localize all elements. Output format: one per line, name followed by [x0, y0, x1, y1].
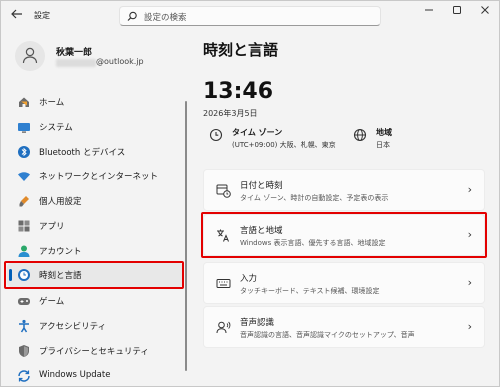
maximize-button[interactable]: [447, 5, 467, 21]
avatar[interactable]: [15, 41, 45, 71]
sidebar-item-home[interactable]: ホーム: [7, 90, 183, 114]
sidebar-item-label: ゲーム: [39, 297, 65, 307]
title-bar: 設定 設定の検索: [1, 1, 499, 29]
calendar-clock-icon: [216, 183, 231, 198]
bluetooth-icon: [17, 145, 31, 159]
person-icon: [22, 47, 38, 64]
chevron-right-icon: ›: [467, 183, 472, 196]
sidebar-item-privacy[interactable]: プライバシーとセキュリティ: [7, 339, 183, 363]
card-title: 日付と時刻: [240, 181, 283, 191]
sidebar-item-label: アカウント: [39, 247, 82, 257]
page-title: 時刻と言語: [203, 41, 279, 59]
timezone-label: タイム ゾーン: [232, 128, 283, 137]
sidebar-item-apps[interactable]: アプリ: [7, 214, 183, 238]
search-input[interactable]: 設定の検索: [119, 6, 381, 26]
chevron-right-icon: ›: [467, 276, 472, 289]
speech-icon: [216, 320, 231, 335]
sidebar-item-label: ホーム: [39, 98, 65, 108]
sidebar-item-label: プライバシーとセキュリティ: [39, 347, 149, 357]
search-icon: [127, 11, 137, 21]
current-date: 2026年3月5日: [203, 109, 258, 118]
card-subtitle: タイム ゾーン、時計の自動設定、予定表の表示: [240, 194, 389, 202]
apps-icon: [17, 219, 31, 233]
user-name: 秋葉一郎: [56, 48, 93, 58]
gamepad-icon: [17, 294, 31, 308]
region-value: 日本: [376, 141, 390, 149]
user-email: @outlook.jp: [96, 57, 144, 66]
current-time: 13:46: [203, 79, 274, 104]
search-placeholder: 設定の検索: [144, 13, 187, 23]
card-date-time[interactable]: 日付と時刻 タイム ゾーン、時計の自動設定、予定表の表示 ›: [203, 169, 485, 211]
chevron-right-icon: ›: [467, 320, 472, 333]
sidebar-item-label: アプリ: [39, 222, 65, 232]
globe-icon: [353, 128, 367, 142]
sidebar-item-bluetooth[interactable]: Bluetooth とデバイス: [7, 140, 183, 164]
sidebar-item-label: 個人用設定: [39, 197, 82, 207]
accessibility-icon: [17, 319, 31, 333]
home-icon: [17, 95, 31, 109]
settings-window: 設定 設定の検索 秋葉一郎 @outlook.jp ホーム システム Bluet…: [0, 0, 500, 387]
sidebar-item-label: Windows Update: [39, 370, 111, 380]
card-subtitle: タッチキーボード、テキスト候補、環境設定: [240, 287, 380, 295]
highlight-box-sidebar: [4, 261, 184, 289]
card-subtitle: 音声認識の言語、音声認識マイクのセットアップ、音声: [240, 331, 415, 339]
card-speech[interactable]: 音声認識 音声認識の言語、音声認識マイクのセットアップ、音声 ›: [203, 306, 485, 348]
update-icon: [17, 369, 31, 383]
region-label: 地域: [376, 128, 392, 137]
sidebar-item-network[interactable]: ネットワークとインターネット: [7, 164, 183, 188]
card-typing[interactable]: 入力 タッチキーボード、テキスト候補、環境設定 ›: [203, 262, 485, 304]
sidebar-item-gaming[interactable]: ゲーム: [7, 289, 183, 313]
highlight-box-card: [201, 212, 487, 258]
email-redacted: [56, 59, 96, 67]
sidebar-item-accounts[interactable]: アカウント: [7, 239, 183, 263]
close-button[interactable]: [475, 5, 495, 21]
card-title: 入力: [240, 274, 258, 284]
sidebar-item-label: システム: [39, 123, 73, 133]
minimize-button[interactable]: [419, 5, 439, 21]
timezone-value: (UTC+09:00) 大阪、札幌、東京: [232, 141, 336, 149]
monitor-icon: [17, 120, 31, 134]
sidebar-item-accessibility[interactable]: アクセシビリティ: [7, 314, 183, 338]
shield-icon: [17, 344, 31, 358]
keyboard-icon: [216, 276, 231, 291]
app-title: 設定: [34, 11, 50, 20]
globe-clock-icon: [209, 128, 223, 142]
card-title: 音声認識: [240, 318, 275, 328]
sidebar-item-label: アクセシビリティ: [39, 322, 107, 332]
sidebar-scrollbar[interactable]: [185, 101, 187, 371]
back-arrow-icon[interactable]: [11, 9, 25, 21]
sidebar-item-system[interactable]: システム: [7, 115, 183, 139]
sidebar-item-personalization[interactable]: 個人用設定: [7, 189, 183, 213]
sidebar-item-label: ネットワークとインターネット: [39, 172, 159, 182]
sidebar-item-label: Bluetooth とデバイス: [39, 148, 126, 158]
brush-icon: [17, 194, 31, 208]
account-icon: [17, 244, 31, 258]
sidebar-item-windows-update[interactable]: Windows Update: [7, 364, 183, 386]
wifi-icon: [17, 169, 31, 183]
